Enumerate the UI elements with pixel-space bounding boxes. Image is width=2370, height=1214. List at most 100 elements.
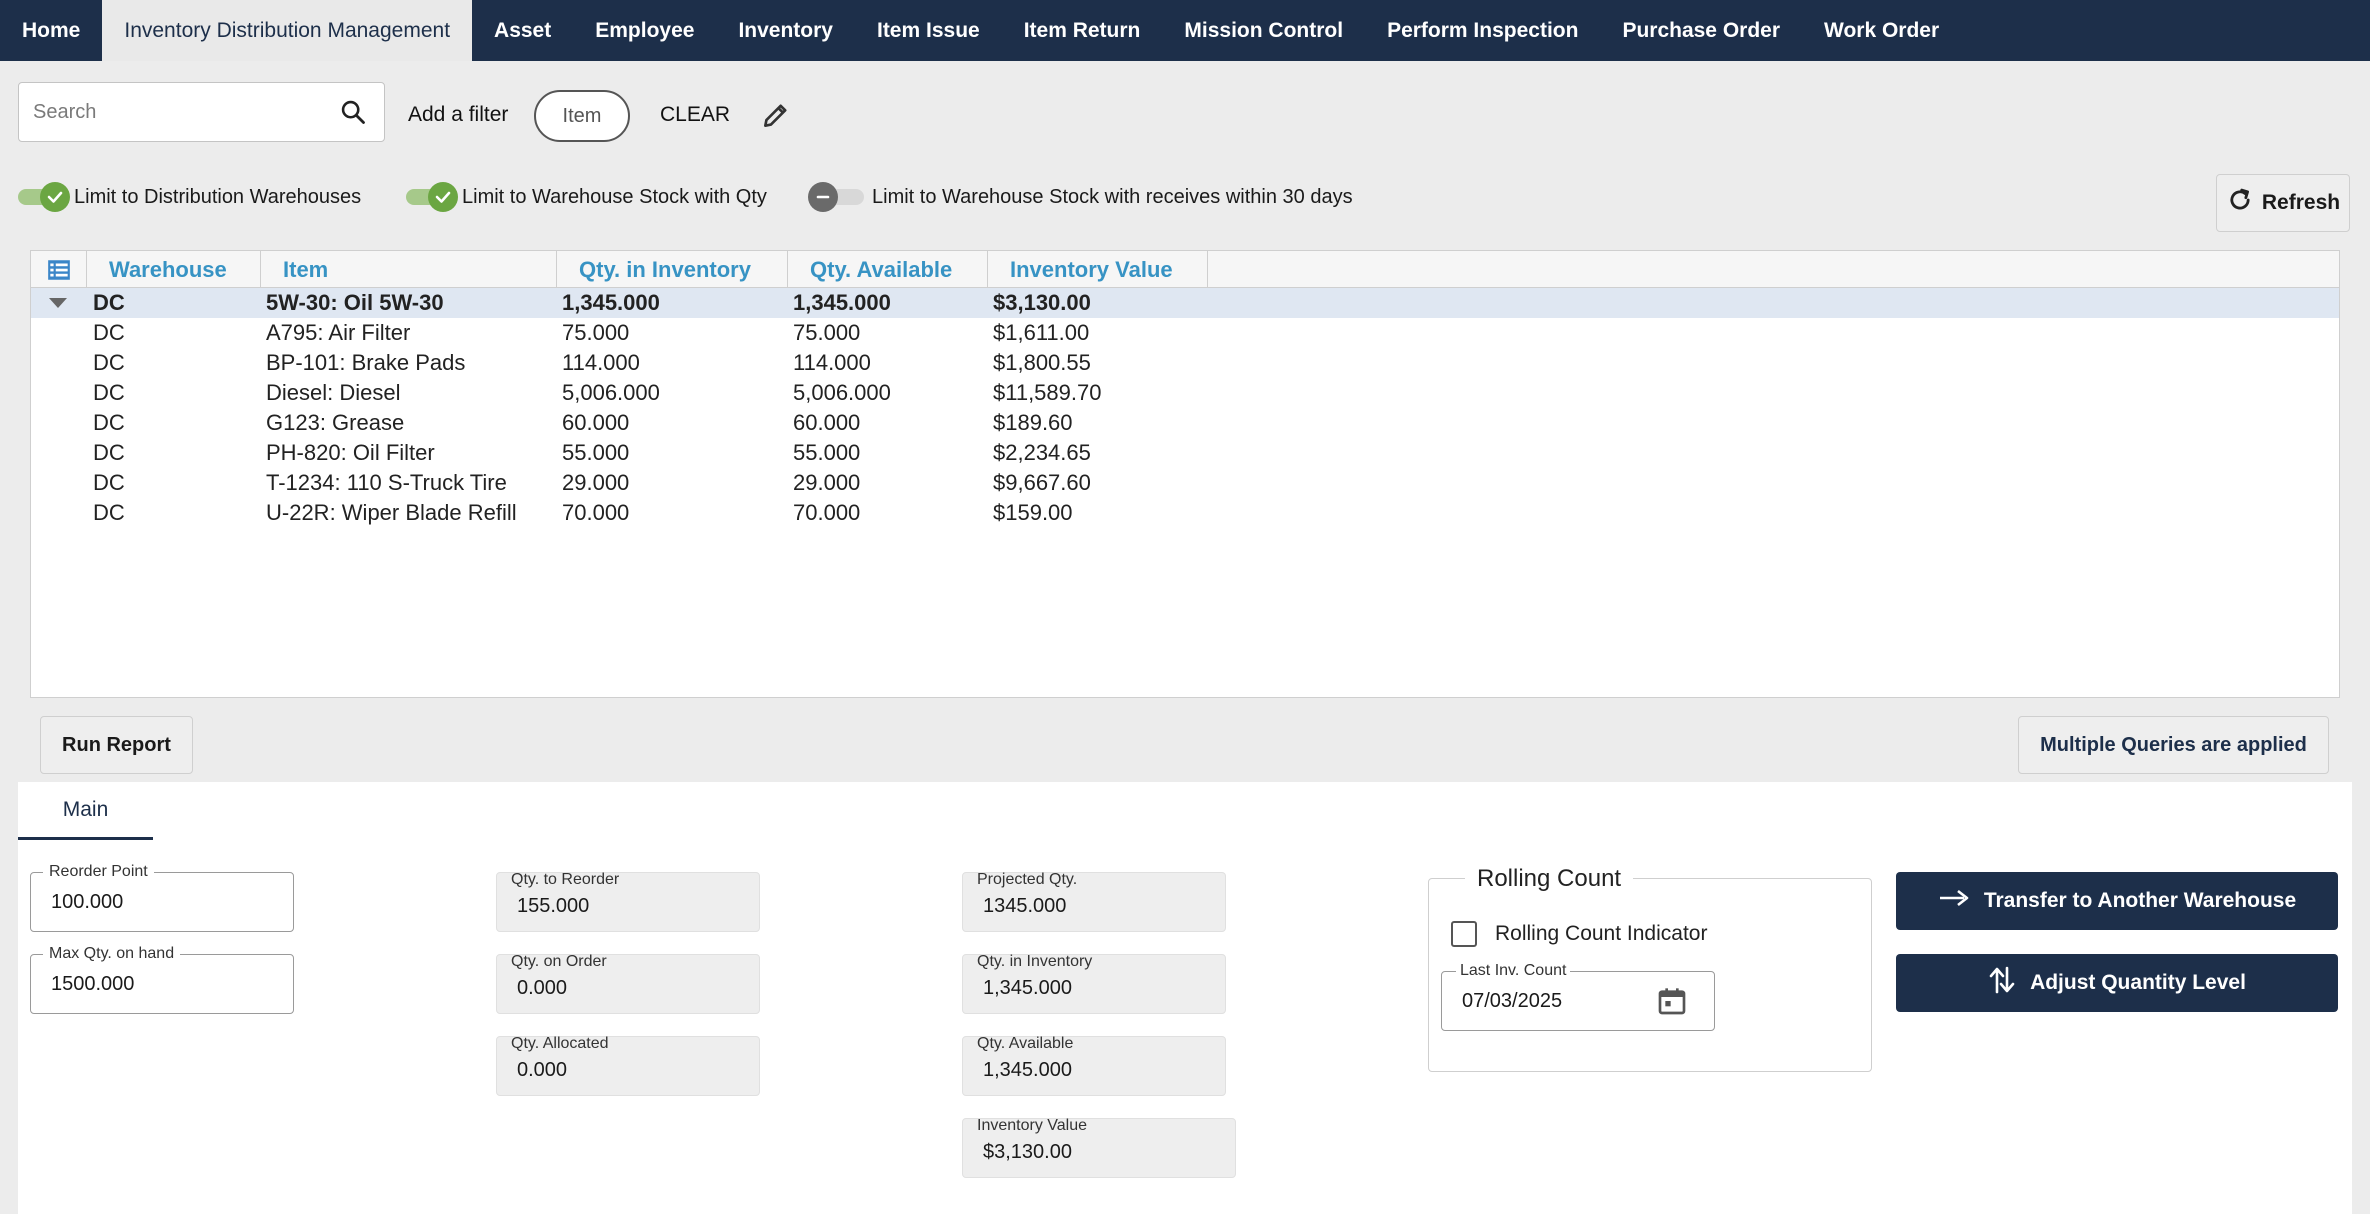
- cell-item: T-1234: 110 S-Truck Tire: [266, 470, 507, 495]
- column-header-qty-available[interactable]: Qty. Available: [788, 251, 988, 288]
- field-value: 0.000: [517, 977, 568, 999]
- field-value: 1500.000: [51, 973, 135, 995]
- cell-warehouse: DC: [93, 500, 125, 525]
- clear-filters-button[interactable]: CLEAR: [660, 103, 730, 127]
- last-inv-count-field[interactable]: Last Inv. Count 07/03/2025: [1441, 962, 1715, 1031]
- refresh-label: Refresh: [2261, 191, 2341, 214]
- table-row[interactable]: DC G123: Grease 60.000 60.000 $189.60: [31, 408, 2339, 438]
- toggle-distribution-warehouses[interactable]: Limit to Distribution Warehouses: [18, 182, 361, 212]
- cell-inventory-value: $9,667.60: [993, 470, 1091, 495]
- nav-tab-mission-control[interactable]: Mission Control: [1162, 0, 1365, 61]
- inventory-grid: Warehouse Item Qty. in Inventory Qty. Av…: [30, 250, 2340, 698]
- calendar-icon[interactable]: [1656, 985, 1688, 1017]
- column-header-qty-in-inventory[interactable]: Qty. in Inventory: [557, 251, 788, 288]
- table-row[interactable]: DC U-22R: Wiper Blade Refill 70.000 70.0…: [31, 498, 2339, 528]
- field-label: Inventory Value: [977, 1117, 1087, 1134]
- collapse-caret-icon[interactable]: [47, 288, 69, 318]
- pencil-icon[interactable]: [760, 99, 792, 131]
- tab-main[interactable]: Main: [18, 782, 153, 840]
- cell-item: A795: Air Filter: [266, 320, 411, 345]
- cell-warehouse: DC: [93, 320, 125, 345]
- max-qty-field[interactable]: Max Qty. on hand 1500.000: [30, 945, 294, 1014]
- cell-item: 5W-30: Oil 5W-30: [266, 290, 444, 315]
- field-label: Reorder Point: [43, 863, 154, 881]
- search-icon[interactable]: [336, 95, 370, 129]
- cell-item: PH-820: Oil Filter: [266, 440, 435, 465]
- cell-qty-available: 1,345.000: [793, 290, 891, 315]
- qty-on-order-field: Qty. on Order 0.000: [496, 953, 760, 1014]
- field-value: 07/03/2025: [1462, 990, 1563, 1012]
- cell-warehouse: DC: [93, 470, 125, 495]
- nav-tab-asset[interactable]: Asset: [472, 0, 573, 61]
- field-label: Max Qty. on hand: [43, 945, 181, 963]
- cell-item: Diesel: Diesel: [266, 380, 401, 405]
- arrow-right-icon: [1938, 888, 1970, 914]
- cell-qty-available: 75.000: [793, 320, 861, 345]
- nav-tab-inventory-distribution-management[interactable]: Inventory Distribution Management: [102, 0, 473, 61]
- table-row[interactable]: DC PH-820: Oil Filter 55.000 55.000 $2,2…: [31, 438, 2339, 468]
- run-report-button[interactable]: Run Report: [40, 716, 193, 774]
- cell-qty-in-inventory: 70.000: [562, 500, 630, 525]
- projected-qty-field: Projected Qty. 1345.000: [962, 871, 1226, 932]
- toggle-warehouse-stock-qty[interactable]: Limit to Warehouse Stock with Qty: [406, 182, 767, 212]
- adjust-label: Adjust Quantity Level: [2030, 971, 2246, 994]
- refresh-icon: [2226, 186, 2254, 220]
- column-header-inventory-value[interactable]: Inventory Value: [988, 251, 1208, 288]
- rolling-count-title: Rolling Count: [1465, 865, 1634, 893]
- cell-qty-in-inventory: 60.000: [562, 410, 630, 435]
- toggle-switch[interactable]: [406, 182, 458, 212]
- cell-qty-in-inventory: 29.000: [562, 470, 630, 495]
- rolling-count-indicator[interactable]: Rolling Count Indicator: [1451, 921, 1707, 947]
- nav-tab-item-return[interactable]: Item Return: [1002, 0, 1163, 61]
- toggle-switch[interactable]: [18, 182, 70, 212]
- field-label: Qty. Allocated: [511, 1035, 609, 1052]
- table-row[interactable]: DC 5W-30: Oil 5W-30 1,345.000 1,345.000 …: [31, 288, 2339, 318]
- nav-tab-item-issue[interactable]: Item Issue: [855, 0, 1002, 61]
- field-label: Qty. on Order: [511, 953, 607, 970]
- field-label: Projected Qty.: [977, 871, 1078, 888]
- column-header-item[interactable]: Item: [261, 251, 557, 288]
- table-row[interactable]: DC BP-101: Brake Pads 114.000 114.000 $1…: [31, 348, 2339, 378]
- field-label: Last Inv. Count: [1456, 962, 1571, 980]
- field-value: 1345.000: [983, 895, 1067, 917]
- rolling-count-checkbox[interactable]: [1451, 921, 1477, 947]
- reorder-point-field[interactable]: Reorder Point 100.000: [30, 863, 294, 932]
- cell-qty-available: 60.000: [793, 410, 861, 435]
- nav-tab-perform-inspection[interactable]: Perform Inspection: [1365, 0, 1600, 61]
- multiple-queries-button[interactable]: Multiple Queries are applied: [2018, 716, 2329, 774]
- column-menu-icon[interactable]: [31, 251, 87, 288]
- nav-tab-inventory[interactable]: Inventory: [716, 0, 855, 61]
- table-row[interactable]: DC A795: Air Filter 75.000 75.000 $1,611…: [31, 318, 2339, 348]
- toggle-receives-30-days[interactable]: Limit to Warehouse Stock with receives w…: [808, 182, 1353, 212]
- table-row[interactable]: DC T-1234: 110 S-Truck Tire 29.000 29.00…: [31, 468, 2339, 498]
- nav-tab-purchase-order[interactable]: Purchase Order: [1600, 0, 1802, 61]
- cell-qty-in-inventory: 5,006.000: [562, 380, 660, 405]
- transfer-warehouse-button[interactable]: Transfer to Another Warehouse: [1896, 872, 2338, 930]
- nav-tab-home[interactable]: Home: [0, 0, 102, 61]
- nav-tab-employee[interactable]: Employee: [573, 0, 716, 61]
- table-row[interactable]: DC Diesel: Diesel 5,006.000 5,006.000 $1…: [31, 378, 2339, 408]
- column-header-warehouse[interactable]: Warehouse: [87, 251, 261, 288]
- cell-warehouse: DC: [93, 440, 125, 465]
- qty-in-inventory-field: Qty. in Inventory 1,345.000: [962, 953, 1226, 1014]
- refresh-button[interactable]: Refresh: [2216, 174, 2350, 232]
- cell-item: BP-101: Brake Pads: [266, 350, 466, 375]
- search-input[interactable]: [33, 100, 336, 124]
- adjust-quantity-button[interactable]: Adjust Quantity Level: [1896, 954, 2338, 1012]
- toggle-switch[interactable]: [808, 182, 864, 212]
- top-nav: Home Inventory Distribution Management A…: [0, 0, 2370, 61]
- cell-qty-in-inventory: 1,345.000: [562, 290, 660, 315]
- qty-available-field: Qty. Available 1,345.000: [962, 1035, 1226, 1096]
- cell-qty-in-inventory: 55.000: [562, 440, 630, 465]
- nav-tab-work-order[interactable]: Work Order: [1802, 0, 1961, 61]
- cell-qty-available: 29.000: [793, 470, 861, 495]
- cell-inventory-value: $189.60: [993, 410, 1073, 435]
- field-value: 155.000: [517, 895, 590, 917]
- field-value: 100.000: [51, 891, 124, 913]
- cell-warehouse: DC: [93, 380, 125, 405]
- cell-item: U-22R: Wiper Blade Refill: [266, 500, 517, 525]
- cell-inventory-value: $2,234.65: [993, 440, 1091, 465]
- item-filter-chip[interactable]: Item: [534, 90, 630, 142]
- toggle-label: Limit to Warehouse Stock with receives w…: [872, 185, 1353, 208]
- field-value: $3,130.00: [983, 1141, 1072, 1163]
